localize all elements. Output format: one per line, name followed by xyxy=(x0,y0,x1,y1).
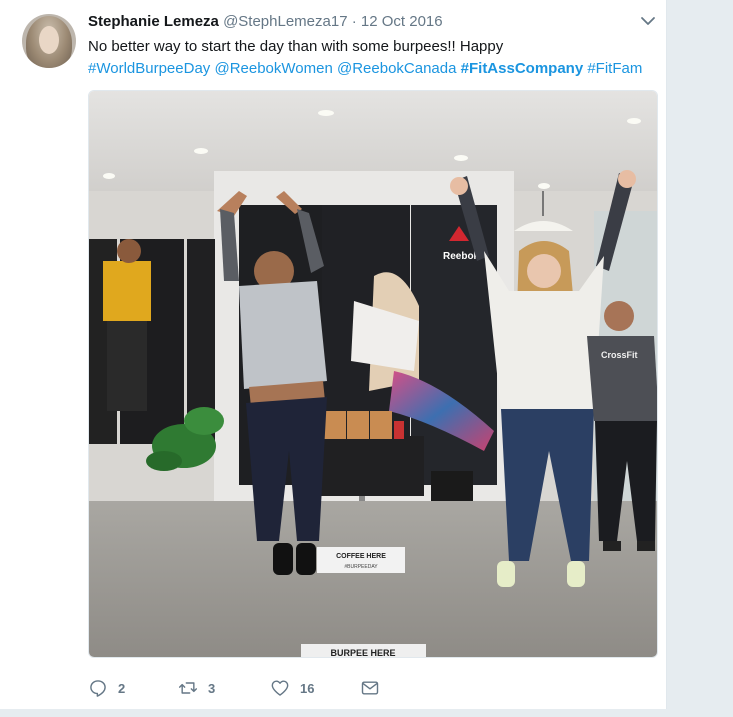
heart-icon xyxy=(271,680,289,696)
hashtag-line: #WorldBurpeeDay @ReebokWomen @ReebokCana… xyxy=(88,58,658,80)
tweet-header: Stephanie Lemeza @StephLemeza17 · 12 Oct… xyxy=(88,13,443,30)
direct-message-button[interactable] xyxy=(360,676,380,700)
retweet-count: 3 xyxy=(208,680,216,696)
hashtag-link[interactable]: #FitAssCompany xyxy=(461,60,584,77)
avatar-face xyxy=(39,26,59,54)
tweet-actions: 2 3 16 xyxy=(88,676,428,700)
envelope-icon xyxy=(361,681,379,695)
tweet-photo[interactable]: Reebok COFFEE HERE #BURPEEDAY BURPEE HER… xyxy=(88,90,658,658)
burpee-sign-text: BURPEE HERE xyxy=(330,648,395,658)
coffee-sign-sub: #BURPEEDAY xyxy=(344,564,378,570)
hashtag-link[interactable]: @ReebokWomen xyxy=(214,60,332,77)
reebok-logo-text: Reebok xyxy=(443,251,480,262)
like-button[interactable]: 16 xyxy=(270,676,314,700)
coffee-sign-text: COFFEE HERE xyxy=(336,553,386,560)
tweet-text-line: No better way to start the day than with… xyxy=(88,38,504,55)
avatar[interactable] xyxy=(22,14,76,68)
hashtag-link[interactable]: #FitFam xyxy=(587,60,642,77)
reply-button[interactable]: 2 xyxy=(88,676,125,700)
like-count: 16 xyxy=(300,680,315,696)
reply-count: 2 xyxy=(118,680,126,696)
photo-scene: Reebok COFFEE HERE #BURPEEDAY BURPEE HER… xyxy=(89,91,657,658)
tweet-date[interactable]: 12 Oct 2016 xyxy=(361,13,443,30)
tweet-text: No better way to start the day than with… xyxy=(88,36,658,80)
tweet-card[interactable]: Stephanie Lemeza @StephLemeza17 · 12 Oct… xyxy=(0,0,667,709)
author-handle[interactable]: @StephLemeza17 xyxy=(223,13,347,30)
chevron-down-icon[interactable] xyxy=(639,12,657,30)
retweet-icon xyxy=(178,682,198,694)
retweet-button[interactable]: 3 xyxy=(178,676,215,700)
crossfit-shirt-text: CrossFit xyxy=(601,350,638,360)
hashtag-link[interactable]: @ReebokCanada xyxy=(337,60,456,77)
header-separator: · xyxy=(351,13,357,30)
reply-icon xyxy=(90,680,106,697)
author-name[interactable]: Stephanie Lemeza xyxy=(88,13,219,30)
hashtag-link[interactable]: #WorldBurpeeDay xyxy=(88,60,210,77)
